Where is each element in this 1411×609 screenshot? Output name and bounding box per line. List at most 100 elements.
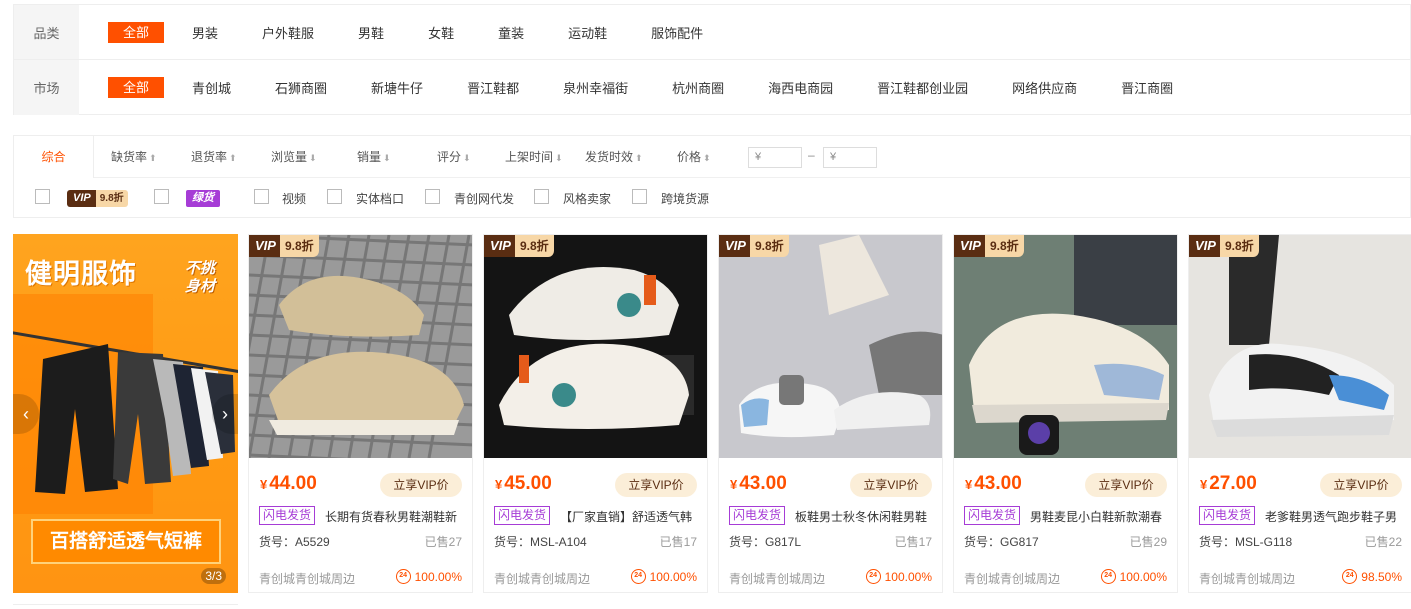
24h-icon: 24 (630, 569, 646, 584)
vip-discount-text: 9.8折 (984, 235, 1024, 257)
sort-option-6[interactable]: 上架时间 ⬇ (505, 136, 563, 178)
product-title[interactable]: 男鞋麦昆小白鞋新款潮春 (1030, 508, 1170, 525)
sort-label: 综合 (41, 150, 66, 164)
sort-option-0[interactable]: 综合 (14, 136, 94, 178)
rate-value: 100.00% (884, 569, 932, 584)
banner-tag: 不挑 身材 (185, 260, 215, 296)
vip-text: VIP (484, 235, 515, 257)
product-title[interactable]: 老爹鞋男透气跑步鞋子男 (1265, 508, 1405, 525)
sort-option-5[interactable]: 评分 ⬇ (437, 136, 471, 178)
market-option-1[interactable]: 青创城 (192, 78, 231, 97)
sort-option-4[interactable]: 销量 ⬇ (357, 136, 391, 178)
flash-shipping-badge: 闪电发货 (1199, 506, 1256, 525)
product-card[interactable]: VIP 9.8折 ¥27.00 立享VIP价 闪电发货 老爹鞋男透气跑步鞋子男 … (1188, 234, 1411, 593)
price-min-input[interactable]: ¥ (748, 147, 802, 168)
banner-tag-line2: 身材 (185, 278, 216, 295)
filter-checkbox-label: 青创网代发 (454, 192, 515, 206)
filter-checkbox-0[interactable] (254, 189, 269, 204)
sold-count: 已售27 (424, 535, 462, 549)
promo-banner[interactable]: 健明服饰 不挑 身材 ‹ › 百搭舒适透气短裤 3/3 (13, 234, 238, 593)
market-option-4[interactable]: 晋江鞋都 (467, 78, 519, 97)
category-option-1[interactable]: 男装 (192, 23, 218, 42)
market-option-5[interactable]: 泉州幸福街 (563, 78, 628, 97)
shipping-rate: 24 100.00% (630, 569, 697, 584)
vip-price-button[interactable]: 立享VIP价 (850, 473, 932, 497)
seller-location[interactable]: 青创城青创城周边 (259, 570, 355, 587)
seller-location[interactable]: 青创城青创城周边 (964, 570, 1060, 587)
feature-filter-row: VIP 9.8折 绿货 视频 实体档口 青创网代发 风格卖家 跨境货源 (14, 178, 1410, 218)
seller-location[interactable]: 青创城青创城周边 (494, 570, 590, 587)
flash-shipping-badge: 闪电发货 (259, 506, 316, 525)
product-title[interactable]: 板鞋男士秋冬休闲鞋男鞋 (795, 508, 935, 525)
market-option-2[interactable]: 石狮商圈 (275, 78, 327, 97)
filter-checkbox-4[interactable] (632, 189, 647, 204)
product-title[interactable]: 长期有货春秋男鞋潮鞋新 (325, 508, 465, 525)
vip-discount-badge: VIP 9.8折 (67, 190, 128, 207)
seller-location[interactable]: 青创城青创城周边 (729, 570, 825, 587)
product-sku: 货号：GG817 (964, 535, 1039, 549)
category-option-7[interactable]: 服饰配件 (651, 23, 703, 42)
category-options: 全部 男装 户外鞋服 男鞋 女鞋 童装 运动鞋 服饰配件 (79, 21, 703, 43)
sort-label: 浏览量 (271, 150, 308, 164)
vip-price-button[interactable]: 立享VIP价 (380, 473, 462, 497)
product-sku: 货号：MSL-G118 (1199, 535, 1293, 549)
price-value: 44.00 (269, 473, 317, 494)
sort-option-2[interactable]: 退货率 ⬆ (191, 136, 237, 178)
rate-value: 100.00% (1119, 569, 1167, 584)
product-image[interactable] (484, 235, 707, 458)
vip-checkbox[interactable] (35, 189, 50, 204)
category-option-3[interactable]: 男鞋 (358, 23, 384, 42)
sort-label: 缺货率 (111, 150, 148, 164)
vip-price-button[interactable]: 立享VIP价 (1320, 473, 1402, 497)
filter-panel: 品类 全部 男装 户外鞋服 男鞋 女鞋 童装 运动鞋 服饰配件 市场 全部 青创城 石狮商圈 新塘牛… (13, 4, 1411, 115)
product-image[interactable] (1189, 235, 1411, 458)
shipping-rate: 24 100.00% (865, 569, 932, 584)
category-option-2[interactable]: 户外鞋服 (262, 23, 314, 42)
market-option-10[interactable]: 晋江商圈 (1121, 78, 1173, 97)
product-title[interactable]: 【厂家直销】舒适透气韩 (560, 508, 700, 525)
market-option-8[interactable]: 晋江鞋都创业园 (877, 78, 968, 97)
sort-arrow-icon: ⬆ (635, 153, 643, 163)
product-photo (484, 235, 707, 458)
product-card[interactable]: VIP 9.8折 ¥43.00 立享VIP价 闪电发货 男鞋麦昆小白鞋新款潮春 … (953, 234, 1178, 593)
seller-location[interactable]: 青创城青创城周边 (1199, 570, 1295, 587)
category-option-5[interactable]: 童装 (498, 23, 524, 42)
green-goods-checkbox[interactable] (154, 189, 169, 204)
category-option-0[interactable]: 全部 (108, 21, 165, 43)
product-image[interactable] (954, 235, 1177, 458)
currency-symbol: ¥ (260, 477, 268, 492)
filter-checkbox-1[interactable] (327, 189, 342, 204)
product-card[interactable]: VIP 9.8折 ¥44.00 立享VIP价 闪电发货 长期有货春秋男鞋潮鞋新 … (248, 234, 473, 593)
green-goods-badge: 绿货 (186, 190, 220, 207)
filter-checkbox-3[interactable] (534, 189, 549, 204)
market-option-6[interactable]: 杭州商圈 (672, 78, 724, 97)
sold-count: 已售22 (1364, 535, 1402, 549)
category-label: 品类 (14, 5, 79, 59)
sort-option-3[interactable]: 浏览量 ⬇ (271, 136, 317, 178)
market-option-3[interactable]: 新塘牛仔 (371, 78, 423, 97)
product-image[interactable] (719, 235, 942, 458)
product-card[interactable]: VIP 9.8折 ¥43.00 立享VIP价 闪电发货 板鞋男士秋冬休闲鞋男鞋 … (718, 234, 943, 593)
sort-option-8[interactable]: 价格 ⬍ (677, 136, 711, 178)
market-option-9[interactable]: 网络供应商 (1012, 78, 1077, 97)
sort-panel: ¥ – ¥ 综合 缺货率 ⬆ 退货率 ⬆ 浏览量 ⬇ 销量 ⬇ 评分 ⬇ 上架时间 ⬇ 发货时效 ⬆ 价格 ⬍ … (13, 135, 1411, 218)
category-option-4[interactable]: 女鞋 (428, 23, 454, 42)
filter-checkbox-label: 实体档口 (356, 192, 405, 206)
product-card[interactable]: VIP 9.8折 ¥45.00 立享VIP价 闪电发货 【厂家直销】舒适透气韩 … (483, 234, 708, 593)
vip-discount-text: 9.8折 (279, 235, 319, 257)
vip-discount-text: 9.8折 (1219, 235, 1259, 257)
market-option-7[interactable]: 海西电商园 (768, 78, 833, 97)
flash-shipping-badge: 闪电发货 (494, 506, 551, 525)
product-photo (954, 235, 1177, 458)
category-option-6[interactable]: 运动鞋 (568, 23, 607, 42)
sort-option-1[interactable]: 缺货率 ⬆ (111, 136, 157, 178)
vip-price-button[interactable]: 立享VIP价 (1085, 473, 1167, 497)
vip-price-button[interactable]: 立享VIP价 (615, 473, 697, 497)
sort-option-7[interactable]: 发货时效 ⬆ (585, 136, 643, 178)
filter-checkbox-label: 风格卖家 (563, 192, 612, 206)
filter-checkbox-label: 视频 (282, 192, 307, 206)
price-max-input[interactable]: ¥ (823, 147, 877, 168)
market-option-0[interactable]: 全部 (108, 77, 165, 98)
filter-checkbox-2[interactable] (425, 189, 440, 204)
product-image[interactable] (249, 235, 472, 458)
